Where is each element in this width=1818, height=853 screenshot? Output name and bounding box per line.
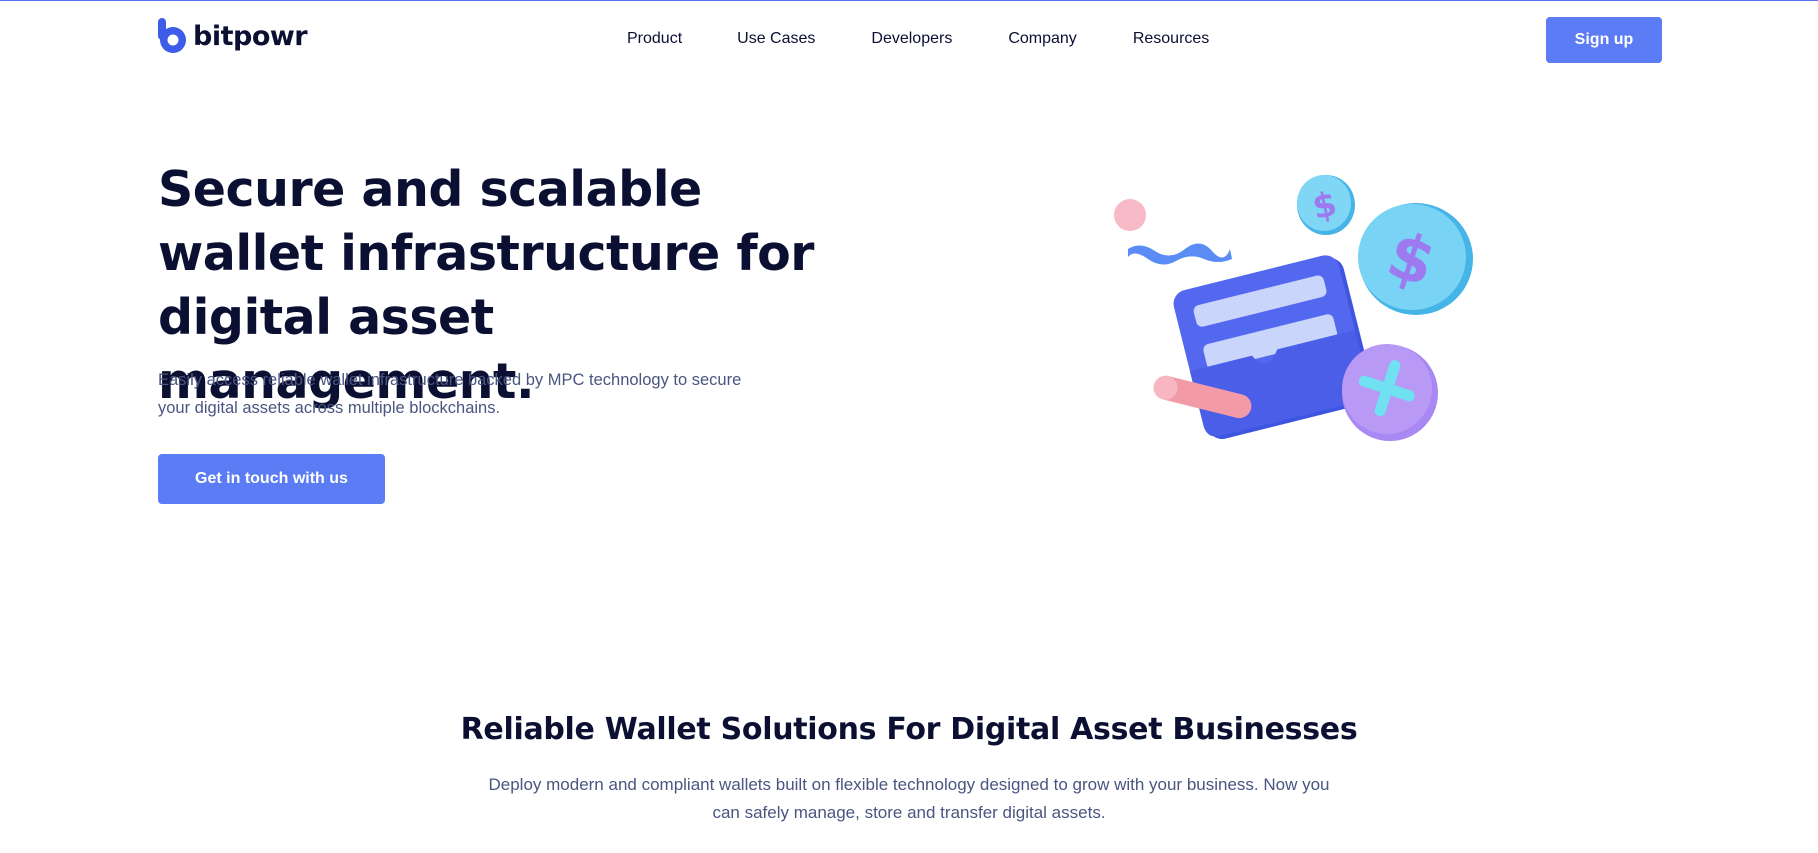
nav-resources[interactable]: Resources <box>1133 30 1209 48</box>
nav-product[interactable]: Product <box>627 30 682 48</box>
hero-subtitle: Easily access reliable wallet infrastruc… <box>158 371 742 417</box>
section-subtitle: Deploy modern and compliant wallets buil… <box>488 775 1330 822</box>
main-nav: Product Use Cases Developers Company Res… <box>627 30 1209 48</box>
logo-link[interactable]: bitpowr <box>158 18 308 53</box>
nav-use-cases[interactable]: Use Cases <box>737 30 815 48</box>
sign-up-button[interactable]: Sign up <box>1546 17 1662 63</box>
wallet-illustration: $ $ <box>1100 165 1480 465</box>
bitpowr-logo-icon <box>158 18 186 53</box>
logo-text: bitpowr <box>193 20 308 52</box>
nav-developers[interactable]: Developers <box>871 30 952 48</box>
site-header: bitpowr Product Use Cases Developers Com… <box>0 0 1818 80</box>
nav-company[interactable]: Company <box>1008 30 1076 48</box>
get-in-touch-button[interactable]: Get in touch with us <box>158 454 385 504</box>
section-title: Reliable Wallet Solutions For Digital As… <box>460 712 1358 747</box>
